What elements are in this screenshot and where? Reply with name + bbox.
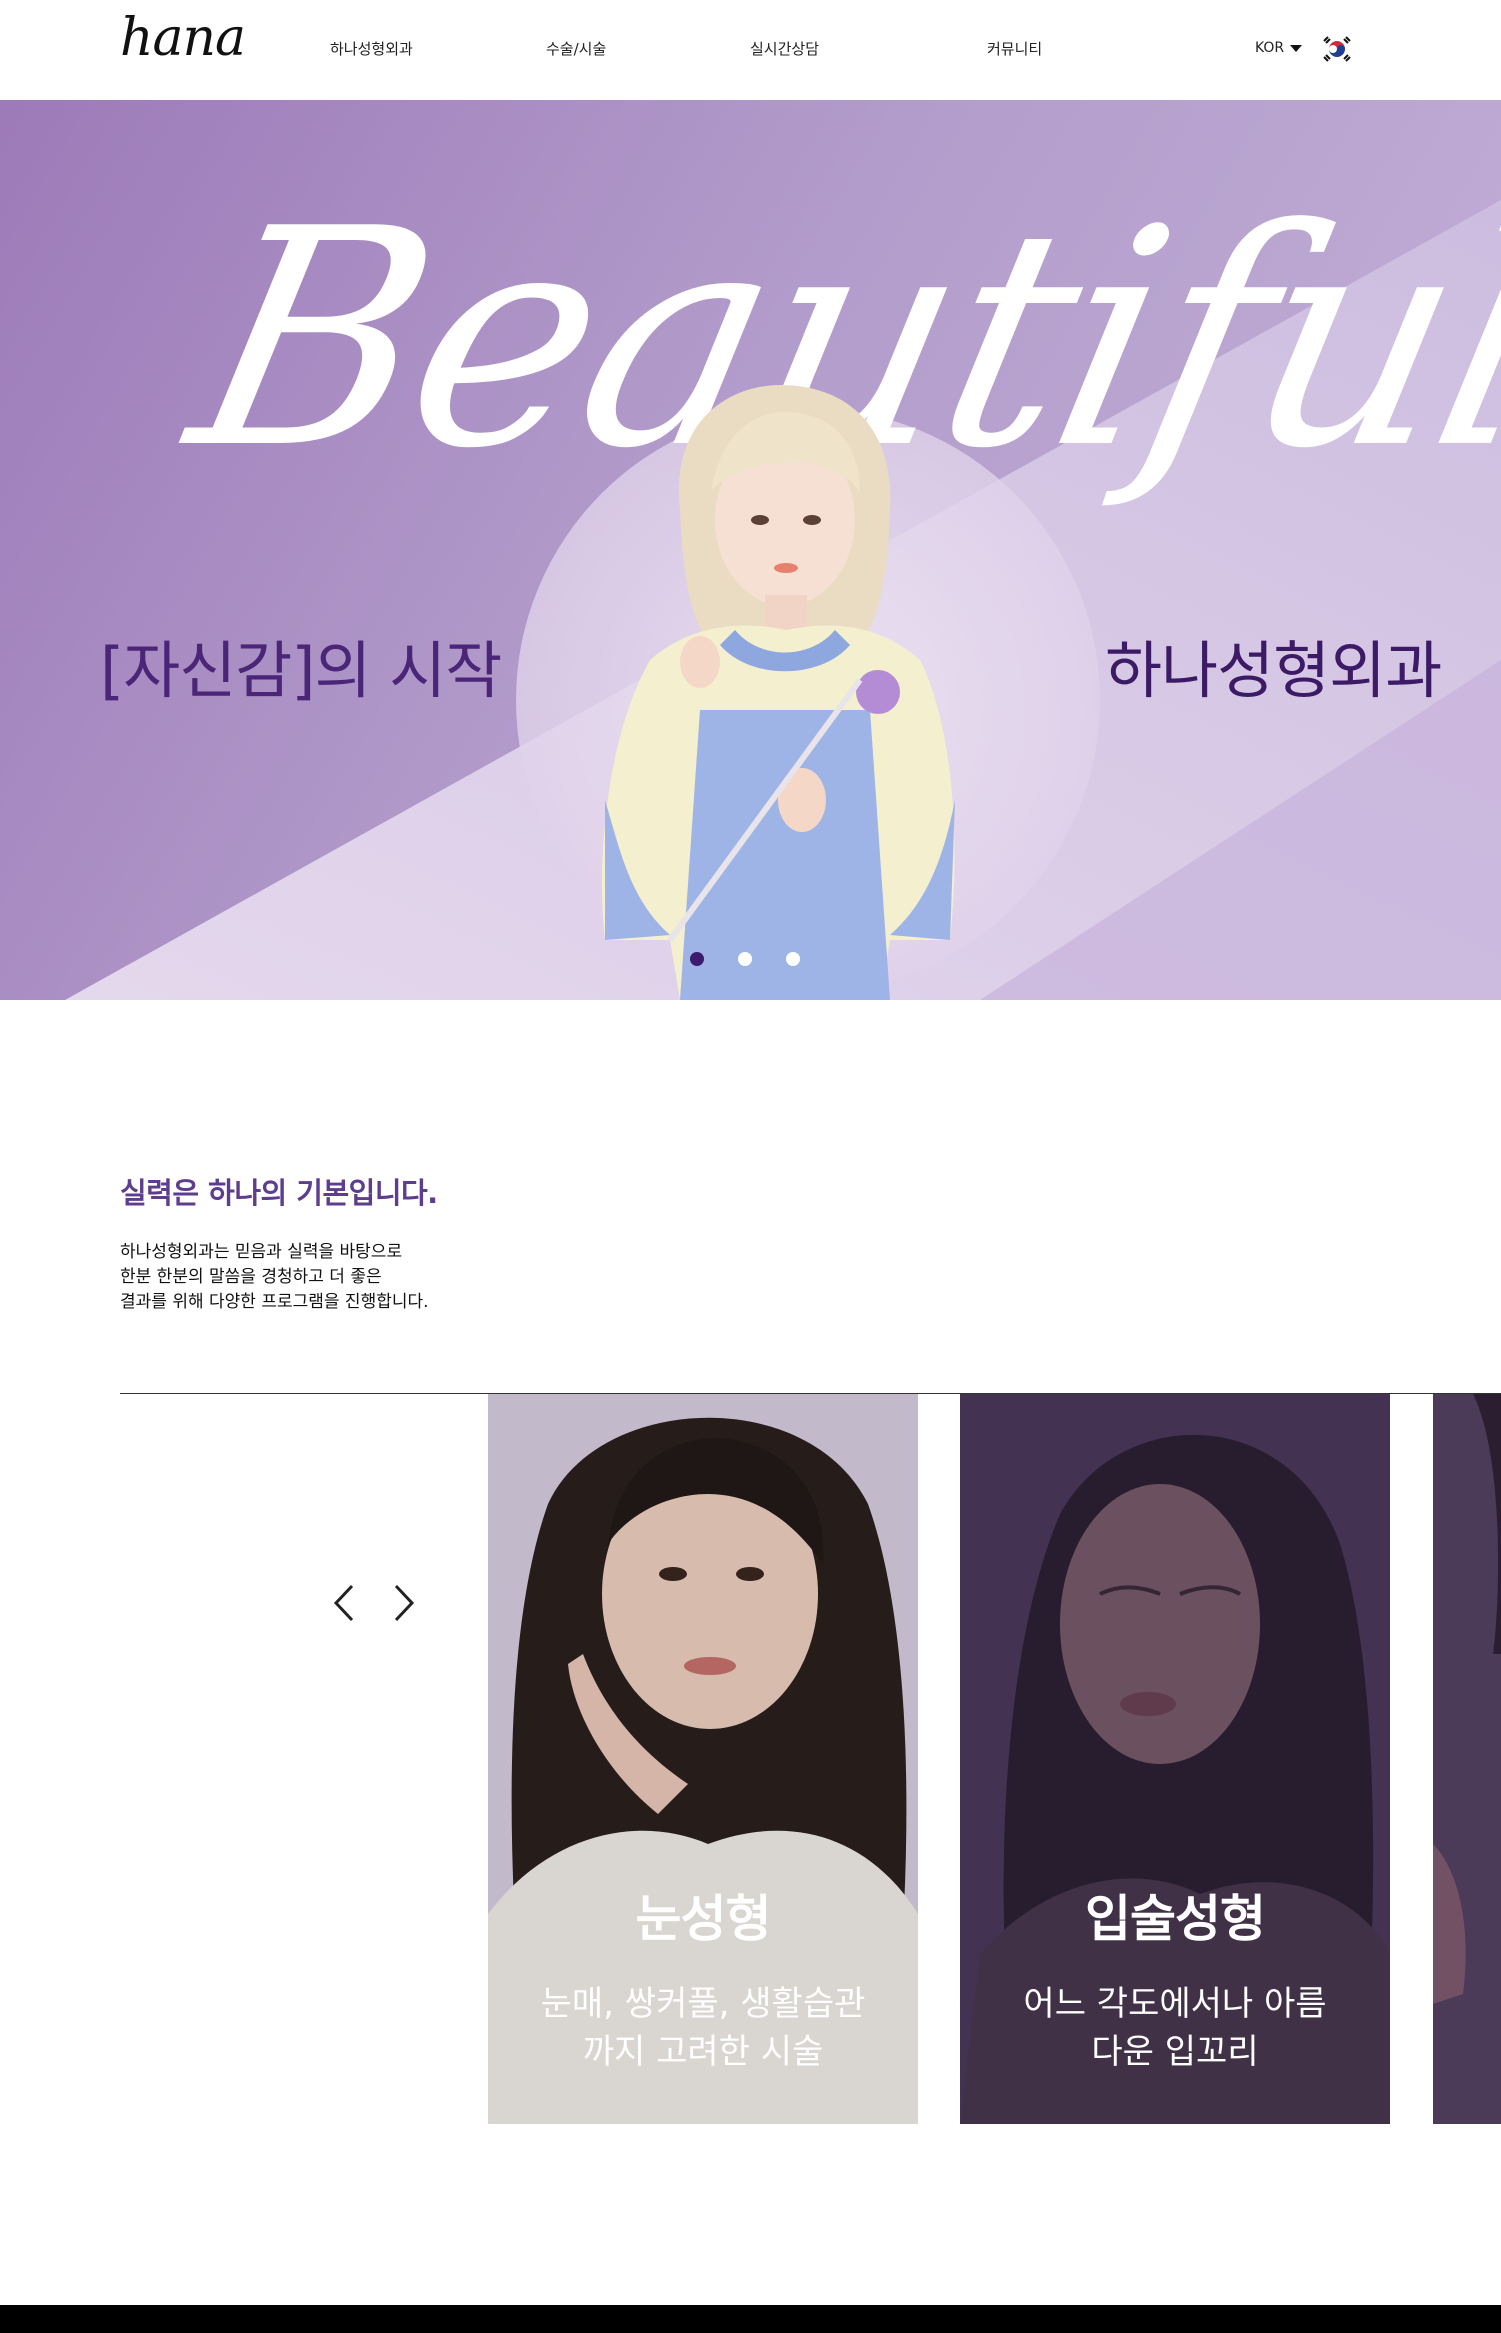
card-desc-line: 다운 입꼬리: [1091, 2032, 1259, 2072]
procedure-card-partial[interactable]: [1433, 1394, 1501, 2124]
card-desc-line: 까지 고려한 시술: [582, 2032, 824, 2072]
card-desc-line: 눈매, 쌍커풀, 생활습관: [540, 1984, 866, 2024]
intro-title: 실력은 하나의 기본입니다.: [120, 1176, 438, 1210]
hero-tagline-right: 하나성형외과: [1105, 634, 1442, 707]
language-selector[interactable]: KOR: [1255, 40, 1303, 56]
slider-dots: [690, 952, 800, 966]
procedure-card-lip[interactable]: 입술성형 어느 각도에서나 아름 다운 입꼬리: [960, 1394, 1390, 2124]
intro-line: 한분 한분의 말씀을 경청하고 더 좋은: [120, 1267, 382, 1287]
nav-item-consult[interactable]: 실시간상담: [750, 38, 819, 59]
hero-tagline-left: [자신감]의 시작: [100, 634, 502, 707]
nav-item-community[interactable]: 커뮤니티: [987, 38, 1042, 59]
caret-down-icon: [1290, 44, 1303, 52]
footer-bar: [0, 2305, 1501, 2333]
chevron-right-icon[interactable]: [386, 1578, 420, 1628]
intro-text: 하나성형외과는 믿음과 실력을 바탕으로 한분 한분의 말씀을 경청하고 더 좋…: [120, 1240, 540, 1315]
intro-line: 결과를 위해 다양한 프로그램을 진행합니다.: [120, 1292, 429, 1312]
language-label: KOR: [1255, 40, 1285, 56]
slide-dot-2[interactable]: [738, 952, 752, 966]
card-description: 어느 각도에서나 아름 다운 입꼬리: [980, 1980, 1370, 2076]
logo[interactable]: hana: [120, 12, 246, 64]
card-title: 눈성형: [635, 1890, 772, 1948]
card-title: 입술성형: [1085, 1890, 1266, 1948]
procedure-card-eye[interactable]: 눈성형 눈매, 쌍커풀, 생활습관 까지 고려한 시술: [488, 1394, 918, 2124]
card-photo-partial: [1433, 1394, 1501, 2124]
site-header: hana 하나성형외과 수술/시술 실시간상담 커뮤니티 KOR: [0, 0, 1501, 101]
slide-dot-1[interactable]: [690, 952, 704, 966]
card-description: 눈매, 쌍커풀, 생활습관 까지 고려한 시술: [508, 1980, 898, 2076]
nav-item-hospital[interactable]: 하나성형외과: [330, 38, 413, 59]
intro-line: 하나성형외과는 믿음과 실력을 바탕으로: [120, 1242, 403, 1262]
nav-item-surgery[interactable]: 수술/시술: [546, 38, 606, 59]
hero-model-image: [602, 385, 955, 1000]
korea-flag-icon[interactable]: [1320, 32, 1354, 66]
card-desc-line: 어느 각도에서나 아름: [1023, 1984, 1327, 2024]
slide-dot-3[interactable]: [786, 952, 800, 966]
hero-banner: Beautiful [자신감]의 시작 하나성형외과: [0, 100, 1501, 1000]
chevron-left-icon[interactable]: [328, 1578, 362, 1628]
